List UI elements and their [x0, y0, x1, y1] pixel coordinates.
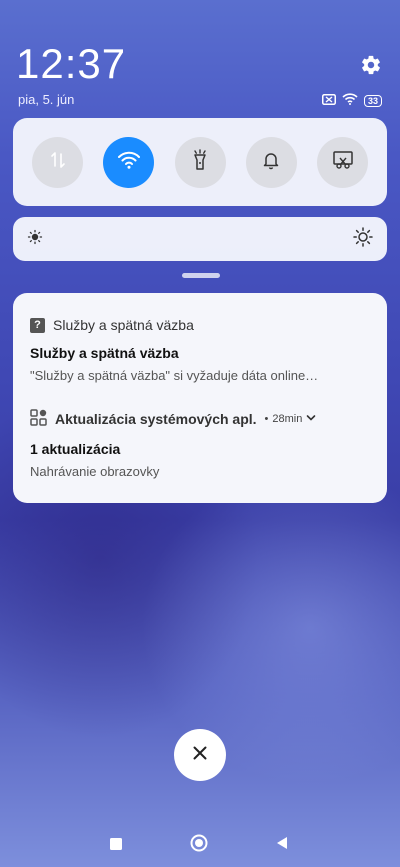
no-sim-icon: [321, 92, 336, 110]
apps-grid-icon: [30, 409, 47, 429]
back-triangle-icon: [276, 836, 288, 855]
back-button[interactable]: [276, 836, 288, 855]
brightness-low-icon: [27, 229, 43, 250]
notification-app-row: ? Služby a spätná väzba: [30, 317, 371, 333]
chevron-down-icon[interactable]: [306, 413, 316, 425]
notification-title: 1 aktualizácia: [30, 441, 121, 457]
bell-icon: [261, 150, 281, 175]
notification-text: "Služby a spätná väzba" si vyžaduje dáta…: [30, 368, 319, 383]
notification-app-name: Služby a spätná väzba: [53, 317, 194, 333]
notification-text: Nahrávanie obrazovky: [30, 464, 160, 479]
data-arrows-icon: [48, 150, 68, 175]
recent-apps-button[interactable]: [110, 837, 122, 855]
notification-title: Služby a spätná väzba: [30, 345, 179, 361]
settings-gear-icon[interactable]: [360, 54, 382, 76]
clock: 12:37: [16, 40, 127, 87]
drag-handle[interactable]: [182, 273, 220, 278]
dot-separator: •: [264, 413, 269, 425]
wifi-icon: [117, 150, 141, 175]
notification-services-feedback[interactable]: ? Služby a spätná väzba Služby a spätná …: [30, 317, 371, 383]
date: pia, 5. jún: [18, 92, 75, 107]
question-icon: ?: [30, 317, 45, 333]
notification-card: ? Služby a spätná väzba Služby a spätná …: [13, 293, 387, 503]
notification-time: 28min: [272, 413, 303, 425]
quick-settings-panel: [13, 118, 387, 206]
home-circle-icon: [190, 834, 208, 857]
mobile-data-toggle[interactable]: [32, 136, 83, 188]
square-icon: [110, 837, 122, 855]
screenshot-toggle[interactable]: [317, 136, 368, 188]
brightness-high-icon: [353, 226, 373, 252]
sound-toggle[interactable]: [245, 136, 297, 188]
brightness-slider[interactable]: [13, 217, 387, 261]
navigation-bar: [0, 825, 400, 861]
close-icon: [192, 745, 208, 766]
wifi-toggle[interactable]: [103, 136, 155, 188]
screenshot-icon: [332, 150, 354, 175]
home-button[interactable]: [190, 834, 208, 857]
clear-notifications-button[interactable]: [174, 729, 226, 781]
notification-app-name: Aktualizácia systémových apl.: [55, 411, 257, 427]
flashlight-icon: [190, 148, 210, 176]
battery-indicator: 33: [363, 95, 382, 107]
notification-app-row: Aktualizácia systémových apl. • 28min: [30, 409, 371, 429]
status-icons: 33: [321, 92, 382, 110]
flashlight-toggle[interactable]: [174, 136, 226, 188]
wifi-status-icon: [342, 92, 358, 110]
notification-system-update[interactable]: Aktualizácia systémových apl. • 28min 1 …: [30, 409, 371, 479]
notification-meta: • 28min: [265, 413, 317, 425]
